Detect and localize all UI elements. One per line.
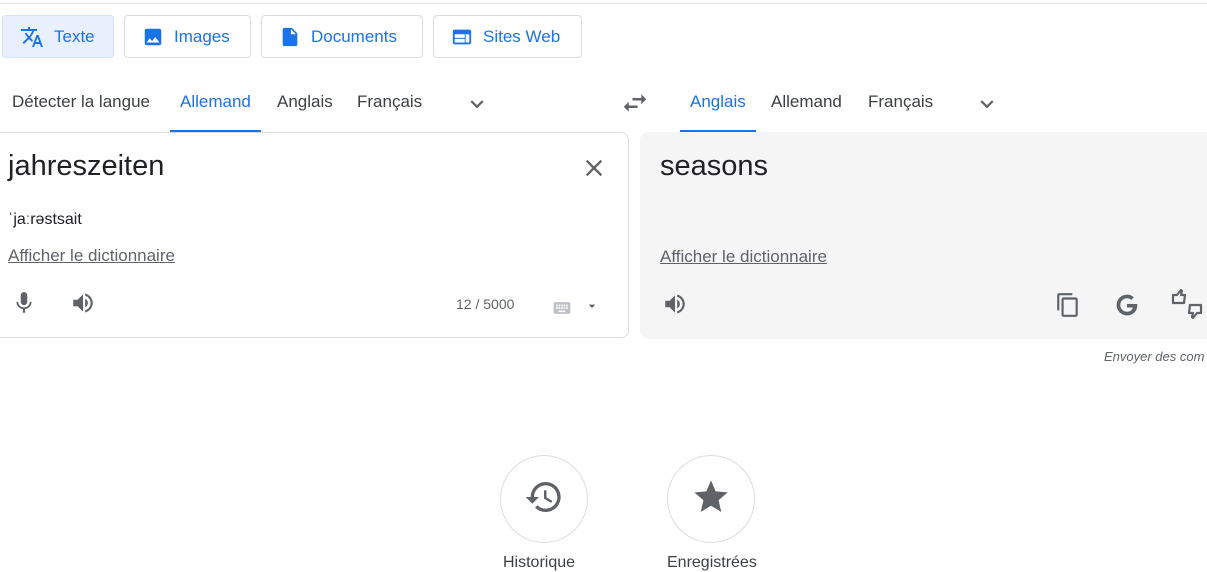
source-lang-german[interactable]: Allemand <box>170 86 261 132</box>
character-counter: 12 / 5000 <box>456 296 515 312</box>
source-more-languages-chevron-icon[interactable] <box>464 91 490 122</box>
tab-images-label: Images <box>174 26 230 46</box>
top-divider <box>0 0 1207 4</box>
source-dictionary-link[interactable]: Afficher le dictionnaire <box>8 246 175 266</box>
target-listen-speaker-icon[interactable] <box>660 290 690 318</box>
google-search-icon[interactable] <box>1112 290 1142 320</box>
source-phonetic: ˈjaːrəstsait <box>8 211 82 228</box>
history-label: Historique <box>503 554 576 571</box>
history-icon <box>524 477 564 522</box>
keyboard-icon[interactable] <box>548 297 576 319</box>
target-lang-german[interactable]: Allemand <box>769 86 844 132</box>
target-lang-french[interactable]: Français <box>866 86 935 132</box>
clear-text-close-icon[interactable] <box>578 152 610 184</box>
saved-label: Enregistrées <box>667 554 757 571</box>
tab-websites-label: Sites Web <box>483 26 561 46</box>
microphone-icon[interactable] <box>10 289 38 317</box>
send-feedback-link[interactable]: Envoyer des com <box>1104 349 1204 364</box>
translation-output: seasons <box>660 150 769 182</box>
target-lang-english[interactable]: Anglais <box>680 86 756 132</box>
tab-documents-label: Documents <box>311 26 397 46</box>
translate-icon <box>20 25 44 49</box>
document-icon <box>279 26 301 48</box>
tab-text-label: Texte <box>54 26 95 46</box>
source-lang-detect[interactable]: Détecter la langue <box>10 86 152 132</box>
swap-languages-icon[interactable] <box>620 88 650 123</box>
source-text-input[interactable]: jahreszeiten <box>8 150 164 183</box>
feedback-thumbs-icon[interactable] <box>1170 288 1204 320</box>
tab-images[interactable]: Images <box>124 15 251 58</box>
tab-documents[interactable]: Documents <box>261 15 423 58</box>
source-lang-french[interactable]: Français <box>355 86 424 132</box>
image-icon <box>142 26 164 48</box>
target-dictionary-link[interactable]: Afficher le dictionnaire <box>660 247 827 267</box>
keyboard-options-dropdown-icon[interactable] <box>584 298 600 314</box>
source-lang-english[interactable]: Anglais <box>275 86 335 132</box>
source-listen-speaker-icon[interactable] <box>68 289 98 317</box>
history-button[interactable] <box>500 455 588 543</box>
tab-websites[interactable]: Sites Web <box>433 15 582 58</box>
copy-icon[interactable] <box>1053 290 1083 320</box>
website-icon <box>451 26 473 48</box>
target-more-languages-chevron-icon[interactable] <box>974 91 1000 122</box>
saved-button[interactable] <box>667 455 755 543</box>
tab-text[interactable]: Texte <box>2 15 114 58</box>
star-icon <box>691 477 731 522</box>
